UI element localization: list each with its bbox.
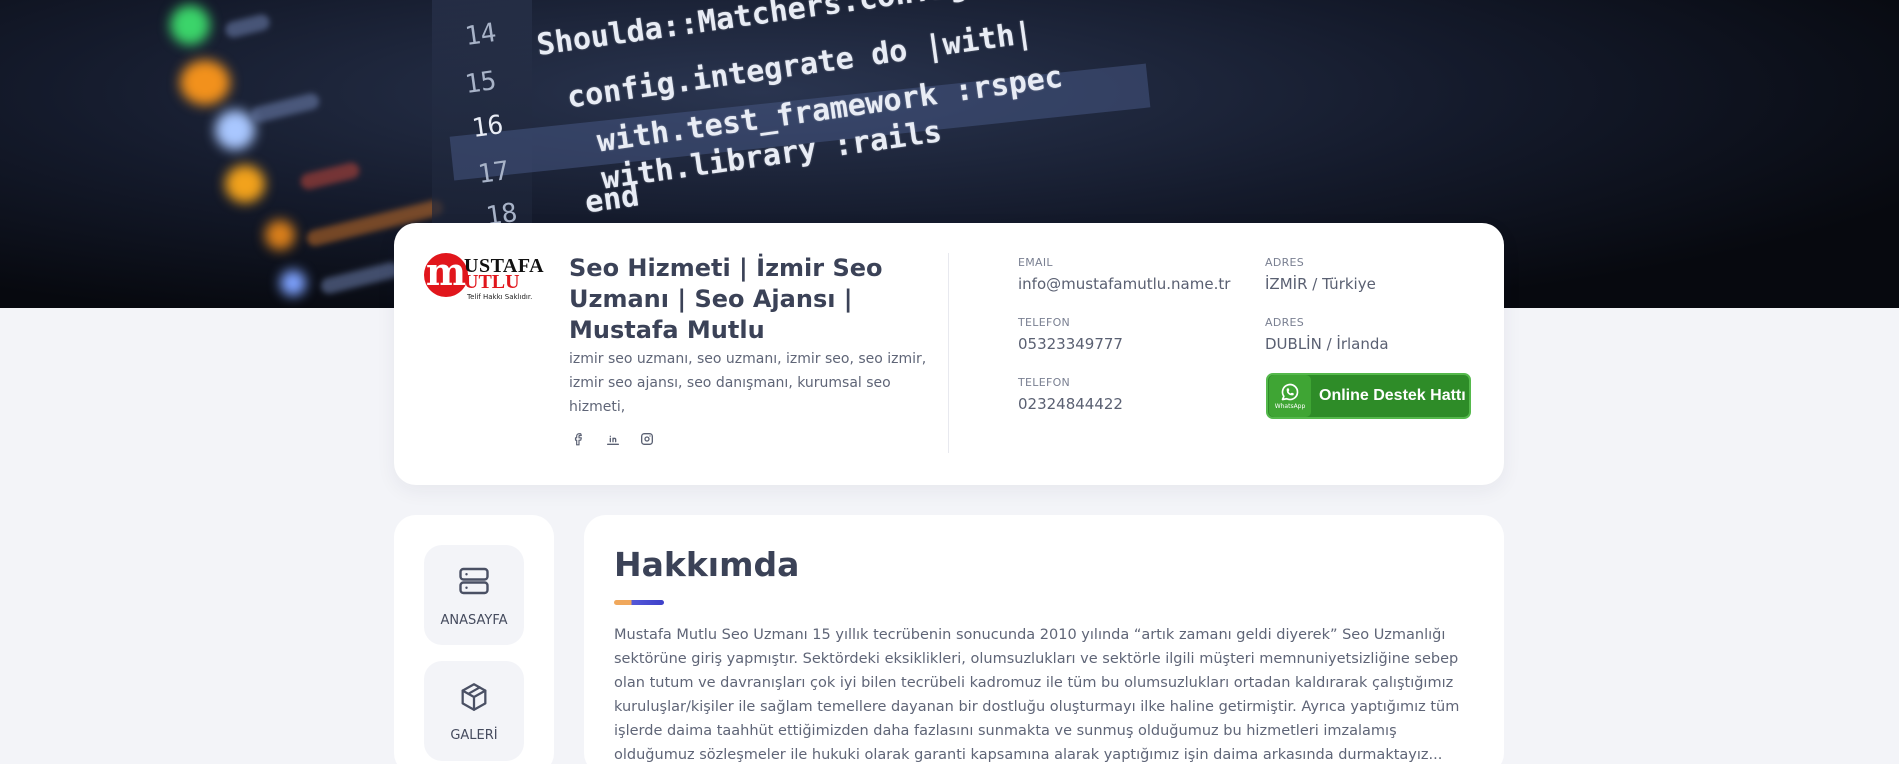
heading-underline [614, 600, 664, 605]
instagram-icon[interactable] [638, 430, 656, 448]
contact-label: ADRES [1265, 256, 1305, 269]
linkedin-icon[interactable] [604, 430, 622, 448]
hero-tree-item [223, 12, 272, 40]
contact-label: TELEFON [1018, 316, 1071, 329]
nav-item-gallery[interactable]: GALERİ [424, 661, 524, 761]
email-value[interactable]: info@mustafamutlu.name.tr [1018, 275, 1230, 293]
hero-blob [215, 110, 255, 150]
contact-phone-1: TELEFON 05323349777 [1018, 316, 1123, 353]
logo-tagline: Telif Hakkı Saklıdır. [467, 293, 533, 301]
contact-label: TELEFON [1018, 376, 1071, 389]
whatsapp-support-button[interactable]: WhatsApp Online Destek Hattı [1266, 373, 1471, 419]
hero-line-number: 15 [463, 65, 499, 101]
logo-line2: UTLU [464, 271, 520, 293]
contact-label: EMAIL [1018, 256, 1053, 269]
about-heading: Hakkımda [614, 545, 800, 584]
hero-tree-item [298, 160, 362, 192]
contact-address-2: ADRES DUBLİN / İrlanda [1265, 316, 1389, 353]
cube-icon [457, 680, 491, 718]
contact-label: ADRES [1265, 316, 1305, 329]
nav-item-label: GALERİ [450, 727, 498, 743]
hero-line-number: 16 [470, 109, 506, 145]
hero-code-line: end [582, 178, 642, 221]
address-value: İZMİR / Türkiye [1265, 275, 1376, 293]
whatsapp-icon-caption: WhatsApp [1274, 403, 1306, 410]
hero-blob [265, 220, 295, 250]
social-links [570, 430, 656, 448]
about-section: Hakkımda Mustafa Mutlu Seo Uzmanı 15 yıl… [584, 515, 1504, 764]
sidebar-nav: ANASAYFA GALERİ [394, 515, 554, 764]
hero-tree-item [319, 260, 401, 296]
whatsapp-icon: WhatsApp [1269, 375, 1311, 417]
hero-blob [170, 5, 210, 45]
hero-blob [280, 270, 306, 296]
phone-value[interactable]: 05323349777 [1018, 335, 1123, 353]
page-description: izmir seo uzmanı, seo uzmanı, izmir seo,… [569, 351, 927, 415]
contact-address-1: ADRES İZMİR / Türkiye [1265, 256, 1376, 293]
hero-tree-item [249, 91, 321, 125]
logo-mark: m [424, 253, 468, 297]
profile-header-card: m USTAFA UTLU Telif Hakkı Saklıdır. Seo … [394, 223, 1504, 485]
contact-email: EMAIL info@mustafamutlu.name.tr [1018, 256, 1230, 293]
about-text: Mustafa Mutlu Seo Uzmanı 15 yıllık tecrü… [614, 627, 1460, 763]
phone-value[interactable]: 02324844422 [1018, 395, 1123, 413]
nav-item-home[interactable]: ANASAYFA [424, 545, 524, 645]
whatsapp-button-label: Online Destek Hattı [1319, 387, 1466, 404]
nav-item-label: ANASAYFA [440, 612, 508, 628]
hero-line-number: 17 [476, 155, 512, 191]
header-divider [948, 253, 949, 453]
contact-phone-2: TELEFON 02324844422 [1018, 376, 1123, 413]
hero-blob [225, 165, 265, 203]
page-title: Seo Hizmeti | İzmir Seo Uzmanı | Seo Aja… [569, 254, 883, 344]
address-value: DUBLİN / İrlanda [1265, 335, 1389, 353]
hero-line-number: 14 [463, 17, 499, 53]
server-icon [456, 563, 492, 603]
hero-blob [180, 60, 230, 105]
site-logo[interactable]: m USTAFA UTLU Telif Hakkı Saklıdır. [424, 253, 546, 305]
facebook-icon[interactable] [570, 430, 588, 448]
